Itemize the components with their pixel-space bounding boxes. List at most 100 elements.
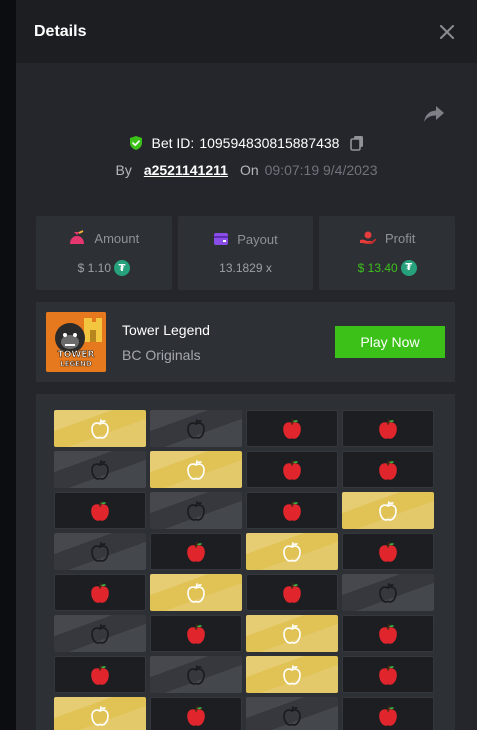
board-cell-dark — [54, 656, 146, 693]
bet-id-label: Bet ID: — [151, 135, 195, 151]
apple-icon — [281, 582, 303, 604]
tether-icon: ₮ — [114, 260, 131, 276]
board-cell-dark — [246, 574, 338, 611]
board-cell-gold — [246, 533, 338, 570]
tower-legend-logo: TOWER LEGEND — [46, 312, 106, 372]
board-cell-bomb — [150, 410, 242, 447]
board-cell-dark — [150, 533, 242, 570]
board-cell-dark — [150, 697, 242, 730]
profit-hand-icon — [360, 231, 377, 244]
board-cell-gold — [54, 410, 146, 447]
bet-id-line: Bet ID: 109594830815887438 — [16, 135, 477, 151]
share-icon[interactable] — [423, 104, 445, 124]
apple-outline-icon — [281, 664, 303, 686]
profit-value: $ 13.40 — [357, 260, 398, 275]
bad-apple-icon — [89, 459, 111, 481]
profit-label: Profit — [385, 230, 416, 246]
apple-outline-icon — [89, 705, 111, 727]
board-cell-dark — [54, 574, 146, 611]
payout-stat: Payout 13.1829 x — [177, 216, 314, 290]
apple-icon — [185, 705, 207, 727]
apple-icon — [281, 459, 303, 481]
amount-stat: Amount $ 1.10 ₮ — [36, 216, 172, 290]
game-provider: BC Originals — [122, 346, 201, 363]
tether-icon: ₮ — [400, 259, 417, 276]
apple-outline-icon — [89, 418, 111, 440]
apple-icon — [377, 664, 399, 686]
wallet-icon — [214, 233, 229, 245]
tower-grid — [54, 410, 438, 730]
by-label: By — [115, 162, 132, 178]
board-cell-bomb — [150, 656, 242, 693]
board-cell-bomb — [246, 697, 338, 730]
verified-shield-icon — [129, 136, 142, 150]
board-cell-dark — [342, 697, 434, 730]
thumb-text-line-2: LEGEND — [60, 360, 92, 368]
board-cell-dark — [342, 533, 434, 570]
apple-icon — [377, 623, 399, 645]
bad-apple-icon — [185, 418, 207, 440]
board-cell-gold — [246, 615, 338, 652]
bad-apple-icon — [377, 582, 399, 604]
apple-icon — [281, 418, 303, 440]
on-label: On — [239, 162, 259, 178]
game-card: TOWER LEGEND Tower Legend BC Originals P… — [36, 302, 455, 382]
username-link[interactable]: a2521141211 — [144, 162, 228, 178]
apple-icon — [185, 623, 207, 645]
board-cell-dark — [54, 492, 146, 529]
payout-label: Payout — [237, 231, 278, 247]
stats-row: Amount $ 1.10 ₮ Payout 13.1829 x Profit … — [36, 216, 456, 290]
board-cell-bomb — [54, 451, 146, 488]
money-bag-icon — [70, 230, 85, 244]
bet-meta-line: By a2521141211 On 09:07:19 9/4/2023 — [16, 162, 477, 178]
details-modal: Details Bet ID: 109594830815887438 By a2… — [16, 0, 477, 730]
board-cell-bomb — [150, 492, 242, 529]
board-cell-bomb — [54, 615, 146, 652]
bet-id-value: 109594830815887438 — [199, 135, 340, 151]
board-cell-gold — [246, 656, 338, 693]
board-cell-dark — [150, 615, 242, 652]
game-board — [36, 394, 455, 730]
thumb-text-line-1: TOWER — [58, 350, 95, 360]
bad-apple-icon — [89, 541, 111, 563]
amount-value: $ 1.10 — [77, 261, 112, 275]
modal-header: Details — [16, 0, 477, 63]
apple-outline-icon — [281, 541, 303, 563]
board-cell-dark — [342, 615, 434, 652]
board-cell-dark — [342, 451, 434, 488]
play-now-button[interactable]: Play Now — [335, 326, 445, 358]
apple-outline-icon — [185, 582, 207, 604]
apple-icon — [377, 459, 399, 481]
board-cell-dark — [246, 492, 338, 529]
board-cell-gold — [150, 574, 242, 611]
close-icon[interactable] — [437, 22, 457, 42]
bet-datetime: 09:07:19 9/4/2023 — [264, 162, 378, 178]
board-cell-dark — [342, 656, 434, 693]
amount-label: Amount — [94, 230, 140, 246]
bad-apple-icon — [185, 500, 207, 522]
apple-outline-icon — [281, 623, 303, 645]
bad-apple-icon — [185, 664, 207, 686]
game-info: Tower Legend BC Originals — [122, 322, 335, 363]
copy-icon[interactable] — [349, 135, 365, 151]
apple-outline-icon — [185, 459, 207, 481]
board-cell-bomb — [342, 574, 434, 611]
modal-title: Details — [34, 22, 87, 40]
board-cell-gold — [342, 492, 434, 529]
profit-stat: Profit $ 13.40 ₮ — [319, 216, 456, 290]
board-cell-dark — [246, 410, 338, 447]
apple-icon — [377, 541, 399, 563]
bad-apple-icon — [281, 705, 303, 727]
apple-icon — [377, 705, 399, 727]
payout-value: 13.1829 x — [219, 260, 272, 275]
board-cell-gold — [54, 697, 146, 730]
apple-outline-icon — [377, 500, 399, 522]
board-cell-gold — [150, 451, 242, 488]
apple-icon — [89, 582, 111, 604]
board-cell-dark — [342, 410, 434, 447]
game-name[interactable]: Tower Legend — [122, 322, 335, 338]
game-thumbnail[interactable]: TOWER LEGEND — [46, 312, 106, 372]
bad-apple-icon — [89, 623, 111, 645]
apple-icon — [377, 418, 399, 440]
board-cell-dark — [246, 451, 338, 488]
